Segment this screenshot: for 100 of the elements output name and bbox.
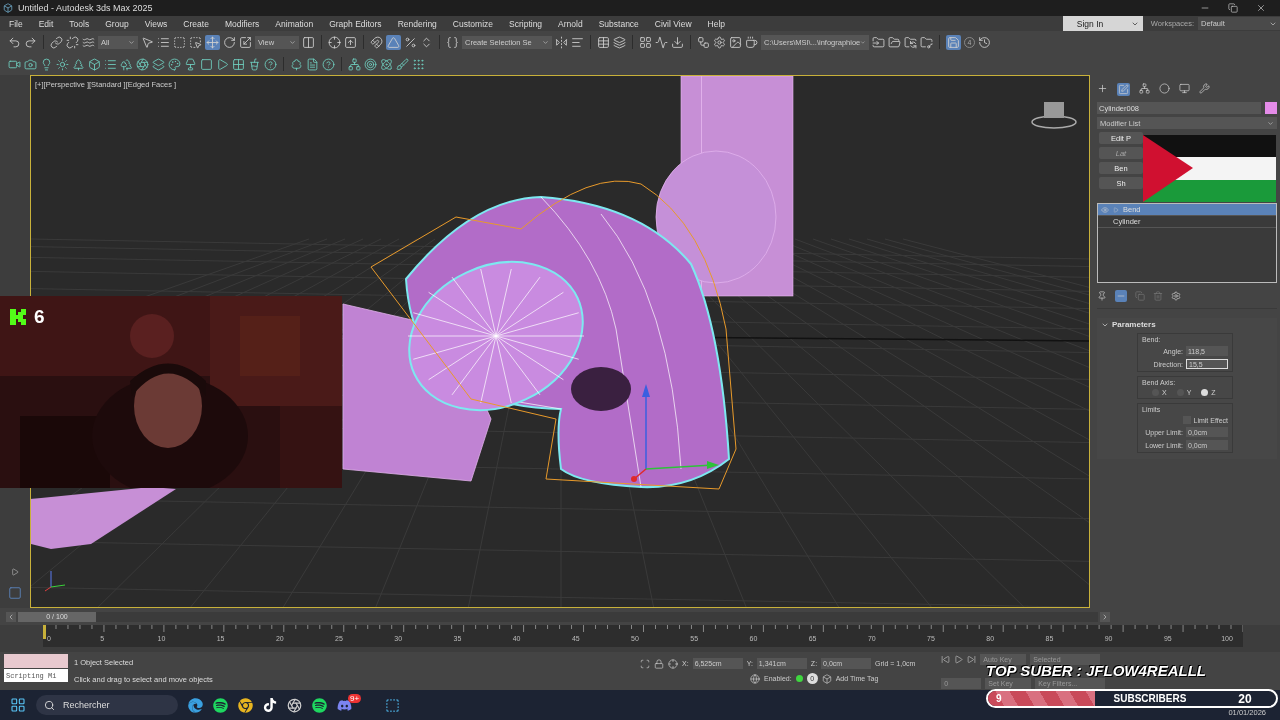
- menu-item[interactable]: File: [3, 18, 33, 29]
- view-cube[interactable]: [1031, 102, 1077, 129]
- close-icon[interactable]: [1256, 3, 1266, 13]
- menu-item[interactable]: Help: [701, 18, 735, 29]
- autobackup-icon[interactable]: [946, 34, 961, 50]
- expand-icon[interactable]: [11, 568, 19, 576]
- light-icon[interactable]: [40, 57, 53, 71]
- rollout-title[interactable]: Parameters: [1112, 320, 1156, 329]
- box-icon[interactable]: [821, 673, 832, 684]
- app-icon: [3, 3, 13, 13]
- logo-icon: [8, 307, 28, 327]
- next-frame-button[interactable]: [1100, 611, 1110, 622]
- lamp-icon[interactable]: [184, 57, 197, 71]
- start-icon[interactable]: [10, 697, 26, 713]
- menu-item[interactable]: Customize: [446, 18, 503, 29]
- lock-icon[interactable]: [654, 658, 664, 669]
- taskbar-app-icon[interactable]: [213, 697, 228, 713]
- notification-badge: 9+: [348, 693, 362, 703]
- frame-window-icon[interactable]: [729, 35, 742, 49]
- menu-item[interactable]: Graph Editors: [323, 18, 392, 29]
- utilities-icon[interactable]: [1199, 83, 1210, 96]
- menu-item[interactable]: Arnold: [552, 18, 593, 29]
- render-frame-icon[interactable]: [200, 57, 213, 71]
- curve-editor-icon[interactable]: [655, 35, 668, 49]
- history-icon[interactable]: [978, 35, 991, 49]
- menu-item[interactable]: Create: [177, 18, 219, 29]
- listener-output: [4, 654, 68, 668]
- caret-icon: [128, 38, 135, 46]
- box-icon[interactable]: [88, 57, 101, 71]
- atom-icon[interactable]: [380, 57, 393, 71]
- redo-icon[interactable]: [24, 35, 37, 49]
- unlink-icon[interactable]: [66, 35, 79, 49]
- pin-icon[interactable]: [1097, 291, 1107, 301]
- window-title: Untitled - Autodesk 3ds Max 2025: [18, 3, 153, 13]
- move-icon[interactable]: [205, 34, 220, 50]
- taskbar-app-icon[interactable]: [238, 697, 253, 713]
- menu-item[interactable]: Rendering: [391, 18, 447, 29]
- percent-snap-icon[interactable]: [404, 35, 417, 49]
- object-color-swatch[interactable]: [1265, 102, 1277, 114]
- hierarchy-icon[interactable]: [1139, 83, 1150, 96]
- go-to-start-icon[interactable]: [941, 655, 951, 664]
- render-play-icon[interactable]: [216, 57, 229, 71]
- folder-sync-icon[interactable]: [904, 35, 917, 49]
- selection-region-icon[interactable]: [173, 35, 186, 49]
- brush-icon[interactable]: [396, 57, 409, 71]
- restore-icon[interactable]: [1228, 3, 1238, 13]
- snap-icon[interactable]: [370, 35, 383, 49]
- tree-icon[interactable]: [72, 57, 85, 71]
- axis-tripod: [44, 570, 66, 592]
- caret-icon: [1267, 119, 1274, 127]
- layers-icon[interactable]: [613, 35, 626, 49]
- taskbar-app-icon[interactable]: [263, 698, 277, 712]
- menu-item[interactable]: Civil View: [648, 18, 702, 29]
- caret-icon: [542, 38, 549, 46]
- previous-frame-button[interactable]: [6, 611, 16, 622]
- menu-item[interactable]: Scripting: [503, 18, 553, 29]
- align-icon[interactable]: [571, 35, 584, 49]
- rotate-icon[interactable]: [223, 35, 236, 49]
- spinner-snap-icon[interactable]: [420, 35, 433, 49]
- link-icon[interactable]: [50, 35, 63, 49]
- undo-icon[interactable]: [8, 35, 21, 49]
- play-icon[interactable]: [954, 655, 964, 664]
- sign-in-button[interactable]: Sign In: [1062, 16, 1143, 31]
- menu-item[interactable]: Animation: [269, 18, 324, 29]
- status-dot: [795, 675, 803, 682]
- menu-item[interactable]: Group: [99, 18, 139, 29]
- target-icon[interactable]: [364, 57, 377, 71]
- help-icon[interactable]: [264, 57, 277, 71]
- menu-item[interactable]: Edit: [32, 18, 64, 29]
- trees-icon[interactable]: [120, 57, 133, 71]
- taskbar-app-icon[interactable]: [312, 697, 327, 713]
- folder-icon[interactable]: [888, 35, 901, 49]
- search-field[interactable]: Rechercher: [36, 695, 178, 715]
- grid-icon[interactable]: [232, 57, 245, 71]
- select-by-name-icon[interactable]: [157, 35, 170, 49]
- list-icon[interactable]: [104, 57, 117, 71]
- grip-icon[interactable]: [412, 57, 425, 71]
- menu-item[interactable]: Substance: [592, 18, 649, 29]
- mirror-icon[interactable]: [555, 35, 568, 49]
- camera-add-icon[interactable]: [24, 57, 37, 71]
- modify-icon[interactable]: [1117, 83, 1130, 96]
- document-icon[interactable]: [306, 57, 319, 71]
- menu-item[interactable]: Views: [138, 18, 178, 29]
- menu-item[interactable]: Tools: [63, 18, 100, 29]
- aperture-icon[interactable]: [136, 57, 149, 71]
- palette-icon[interactable]: [168, 57, 181, 71]
- globe-icon[interactable]: [750, 673, 760, 684]
- frame-marker[interactable]: [43, 625, 46, 639]
- scale-icon[interactable]: [239, 35, 252, 49]
- help-icon[interactable]: [322, 57, 335, 71]
- network-icon[interactable]: [348, 57, 361, 71]
- select-object-icon[interactable]: [141, 35, 154, 49]
- chevron-right-icon: [1101, 612, 1109, 621]
- display-icon[interactable]: [1179, 83, 1190, 96]
- window-crossing-icon[interactable]: [189, 35, 202, 49]
- taskbar-app-icon[interactable]: [287, 697, 302, 713]
- go-to-end-icon[interactable]: [967, 655, 977, 664]
- sun-icon[interactable]: [56, 57, 69, 71]
- menu-item[interactable]: Modifiers: [218, 18, 270, 29]
- caret-icon: [860, 38, 866, 46]
